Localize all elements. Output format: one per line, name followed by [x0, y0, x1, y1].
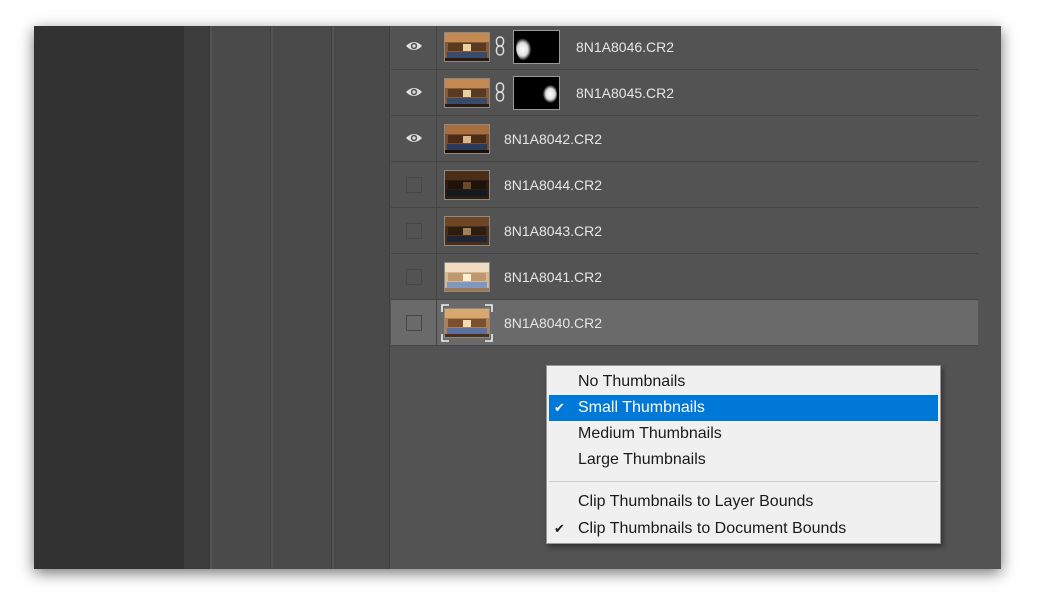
thumbnail-selection-brackets	[441, 304, 493, 342]
visibility-empty-box	[406, 223, 422, 239]
panel-divider	[389, 26, 390, 569]
layer-row-selected[interactable]: 8N1A8040.CR2	[391, 300, 978, 346]
layer-row[interactable]: 8N1A8041.CR2	[391, 254, 978, 300]
visibility-empty-box	[406, 269, 422, 285]
layer-thumbnail[interactable]	[444, 78, 490, 108]
visibility-empty-box	[406, 177, 422, 193]
visibility-toggle[interactable]	[391, 70, 437, 115]
panel-column	[212, 26, 270, 569]
panel-column	[334, 26, 389, 569]
visibility-toggle[interactable]	[391, 300, 437, 345]
menu-item-label: Small Thumbnails	[578, 399, 705, 416]
layer-name[interactable]: 8N1A8045.CR2	[576, 70, 674, 116]
thumbnail-context-menu: No Thumbnails ✔ Small Thumbnails Medium …	[546, 365, 941, 544]
layer-name[interactable]: 8N1A8043.CR2	[504, 208, 602, 254]
menu-item-no-thumbnails[interactable]: No Thumbnails	[549, 369, 938, 395]
link-icon[interactable]	[495, 82, 505, 102]
menu-item-label: Large Thumbnails	[578, 451, 706, 468]
menu-item-large-thumbnails[interactable]: Large Thumbnails	[549, 447, 938, 473]
layer-thumbnail[interactable]	[444, 170, 490, 200]
layer-name[interactable]: 8N1A8040.CR2	[504, 300, 602, 346]
layer-row[interactable]: 8N1A8046.CR2	[391, 26, 978, 70]
layer-row[interactable]: 8N1A8042.CR2	[391, 116, 978, 162]
visibility-toggle[interactable]	[391, 254, 437, 299]
menu-item-small-thumbnails[interactable]: ✔ Small Thumbnails	[549, 395, 938, 421]
panel-strip	[184, 26, 208, 569]
visibility-empty-box	[406, 315, 422, 331]
panel-divider	[270, 26, 271, 569]
link-icon[interactable]	[495, 36, 505, 56]
menu-item-clip-document-bounds[interactable]: ✔ Clip Thumbnails to Document Bounds	[549, 516, 938, 542]
layer-row[interactable]: 8N1A8045.CR2	[391, 70, 978, 116]
eye-icon	[406, 134, 422, 142]
menu-item-medium-thumbnails[interactable]: Medium Thumbnails	[549, 421, 938, 447]
layer-mask-thumbnail[interactable]	[513, 76, 560, 110]
checkmark-icon: ✔	[554, 521, 565, 536]
panel-divider	[331, 26, 332, 569]
menu-item-label: Clip Thumbnails to Document Bounds	[578, 520, 847, 537]
layer-row[interactable]: 8N1A8044.CR2	[391, 162, 978, 208]
checkmark-icon: ✔	[554, 400, 565, 415]
layer-thumbnail[interactable]	[444, 32, 490, 62]
layer-mask-thumbnail[interactable]	[513, 30, 560, 64]
visibility-toggle[interactable]	[391, 116, 437, 161]
layer-thumbnail[interactable]	[444, 262, 490, 292]
layer-name[interactable]: 8N1A8042.CR2	[504, 116, 602, 162]
panel-divider[interactable]	[208, 26, 210, 569]
menu-separator	[549, 481, 938, 482]
layer-thumbnail[interactable]	[444, 124, 490, 154]
visibility-toggle[interactable]	[391, 162, 437, 207]
menu-item-clip-layer-bounds[interactable]: Clip Thumbnails to Layer Bounds	[549, 489, 938, 515]
menu-item-label: No Thumbnails	[578, 373, 686, 390]
eye-icon	[406, 88, 422, 96]
eye-icon	[406, 42, 422, 50]
layer-thumbnail[interactable]	[444, 216, 490, 246]
menu-item-label: Medium Thumbnails	[578, 425, 722, 442]
visibility-toggle[interactable]	[391, 26, 437, 69]
layer-name[interactable]: 8N1A8044.CR2	[504, 162, 602, 208]
left-dark-panel	[34, 26, 184, 569]
layer-name[interactable]: 8N1A8046.CR2	[576, 26, 674, 70]
menu-item-label: Clip Thumbnails to Layer Bounds	[578, 493, 814, 510]
layer-name[interactable]: 8N1A8041.CR2	[504, 254, 602, 300]
layer-row[interactable]: 8N1A8043.CR2	[391, 208, 978, 254]
panel-column	[273, 26, 331, 569]
visibility-toggle[interactable]	[391, 208, 437, 253]
